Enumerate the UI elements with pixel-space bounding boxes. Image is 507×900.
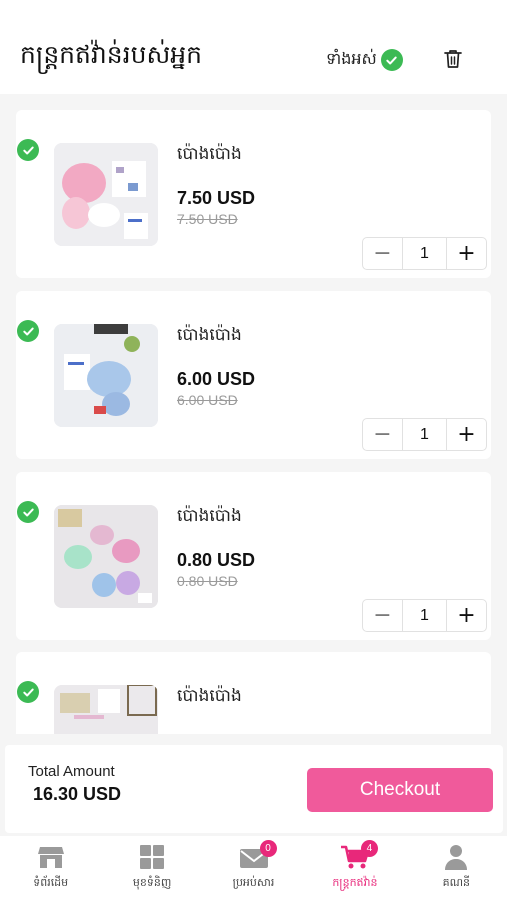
product-name: ប៉ោងប៉ោង xyxy=(177,325,242,345)
nav-label: មុខទំនិញ xyxy=(132,876,172,889)
product-image[interactable] xyxy=(54,505,158,608)
nav-label: ប្រអប់សារ xyxy=(232,876,275,889)
product-image[interactable] xyxy=(54,685,158,734)
nav-item-products[interactable]: មុខទំនិញ xyxy=(101,836,202,900)
decrease-button[interactable]: − xyxy=(363,238,403,269)
header: កន្ត្រកឥវ៉ាន់របស់អ្នក ទាំងអស់ xyxy=(0,0,507,94)
quantity-value: 1 xyxy=(420,244,429,262)
product-name: ប៉ោងប៉ោង xyxy=(177,506,242,526)
cart-item: ប៉ោងប៉ោង 7.50 USD 7.50 USD − 1 + xyxy=(16,110,491,278)
cart-item: ប៉ោងប៉ោង 0.80 USD 0.80 USD − 1 + xyxy=(16,472,491,640)
grid-icon xyxy=(137,843,167,871)
increase-button[interactable]: + xyxy=(446,600,486,631)
mail-icon: 0 xyxy=(239,840,277,871)
item-check-icon[interactable] xyxy=(17,501,39,523)
user-icon xyxy=(441,843,471,871)
quantity-stepper: − 1 + xyxy=(362,237,487,270)
product-name: ប៉ោងប៉ោង xyxy=(177,686,242,706)
nav-item-cart[interactable]: 4 កន្ត្រកឥវ៉ាន់ xyxy=(304,836,405,900)
check-circle-icon xyxy=(380,49,403,71)
increase-button[interactable]: + xyxy=(446,238,486,269)
cart-icon: 4 xyxy=(340,840,378,871)
nav-label: គណនី xyxy=(442,876,471,889)
nav-item-home[interactable]: ទំព័រដើម xyxy=(0,836,101,900)
nav-label: ទំព័រដើម xyxy=(33,876,69,889)
select-all-label: ទាំងអស់ xyxy=(326,49,377,68)
item-check-icon[interactable] xyxy=(17,320,39,342)
page-title: កន្ត្រកឥវ៉ាន់របស់អ្នក xyxy=(20,40,203,69)
decrease-button[interactable]: − xyxy=(363,600,403,631)
cart-list: ប៉ោងប៉ោង 7.50 USD 7.50 USD − 1 + ប៉ោងប៉ោ xyxy=(0,94,507,734)
quantity-value: 1 xyxy=(420,606,429,624)
nav-item-account[interactable]: គណនី xyxy=(406,836,507,900)
original-price: 7.50 USD xyxy=(177,211,238,227)
quantity-stepper: − 1 + xyxy=(362,418,487,451)
total-value: 16.30 USD xyxy=(33,784,122,804)
original-price: 6.00 USD xyxy=(177,392,238,408)
product-price: 6.00 USD xyxy=(177,369,256,389)
cart-item: ប៉ោងប៉ោង 6.00 USD 6.00 USD − 1 + xyxy=(16,291,491,459)
bottom-nav: ទំព័រដើម មុខទំនិញ 0 ប្រអប់សារ 4 កន្ត្រកឥ… xyxy=(0,836,507,900)
total-bar: Total Amount 16.30 USD Checkout xyxy=(5,745,503,833)
quantity-stepper: − 1 + xyxy=(362,599,487,632)
nav-item-inbox[interactable]: 0 ប្រអប់សារ xyxy=(203,836,304,900)
cart-badge: 4 xyxy=(360,840,378,857)
total-label: Total Amount xyxy=(28,763,115,780)
item-check-icon[interactable] xyxy=(17,681,39,703)
trash-icon[interactable] xyxy=(441,47,465,71)
quantity-value: 1 xyxy=(420,425,429,443)
inbox-badge: 0 xyxy=(259,840,277,857)
original-price: 0.80 USD xyxy=(177,573,238,589)
item-check-icon[interactable] xyxy=(17,139,39,161)
product-name: ប៉ោងប៉ោង xyxy=(177,144,242,164)
select-all-toggle[interactable]: ទាំងអស់ xyxy=(326,48,403,72)
product-price: 7.50 USD xyxy=(177,188,256,208)
checkout-button[interactable]: Checkout xyxy=(307,768,493,812)
product-image[interactable] xyxy=(54,143,158,246)
store-icon xyxy=(36,843,66,871)
product-price: 0.80 USD xyxy=(177,550,256,570)
decrease-button[interactable]: − xyxy=(363,419,403,450)
increase-button[interactable]: + xyxy=(446,419,486,450)
cart-item: ប៉ោងប៉ោង xyxy=(16,652,491,734)
product-image[interactable] xyxy=(54,324,158,427)
nav-label: កន្ត្រកឥវ៉ាន់ xyxy=(332,876,378,889)
